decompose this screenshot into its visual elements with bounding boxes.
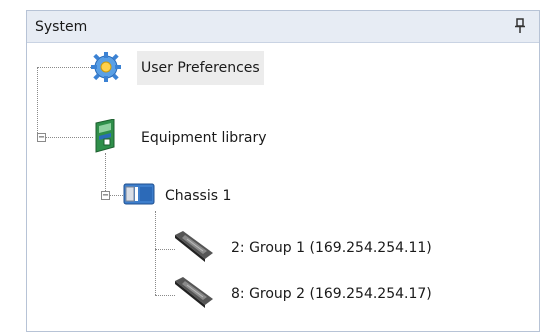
- tree-connector: [155, 249, 175, 250]
- tree-connector: [37, 67, 38, 137]
- pin-icon[interactable]: [513, 18, 527, 34]
- panel-header: System: [27, 11, 539, 43]
- chassis-icon: [123, 181, 155, 211]
- tree-node-label[interactable]: 8: Group 2 (169.254.254.17): [227, 277, 436, 311]
- tree-connector: [155, 295, 175, 296]
- panel-title: System: [35, 19, 88, 35]
- tree-connector: [155, 211, 156, 295]
- collapse-toggle[interactable]: −: [37, 133, 46, 143]
- device-icon: [173, 229, 215, 267]
- tree-node-label[interactable]: Chassis 1: [161, 179, 235, 213]
- tree-connector: [105, 153, 106, 195]
- tree-node-label[interactable]: 2: Group 1 (169.254.254.11): [227, 231, 436, 265]
- tree-connector: [109, 195, 123, 196]
- tree-connector: [37, 67, 91, 68]
- system-tree: User Preferences − Equipment library − C…: [27, 43, 539, 331]
- system-panel: System User Preferences − Equipment libr…: [26, 10, 540, 332]
- gear-icon: [91, 51, 121, 87]
- collapse-toggle[interactable]: −: [101, 191, 110, 201]
- device-icon: [173, 275, 215, 313]
- library-icon: [93, 118, 119, 157]
- tree-node-label[interactable]: User Preferences: [137, 51, 264, 85]
- tree-connector: [41, 137, 93, 138]
- tree-node-label[interactable]: Equipment library: [137, 121, 271, 155]
